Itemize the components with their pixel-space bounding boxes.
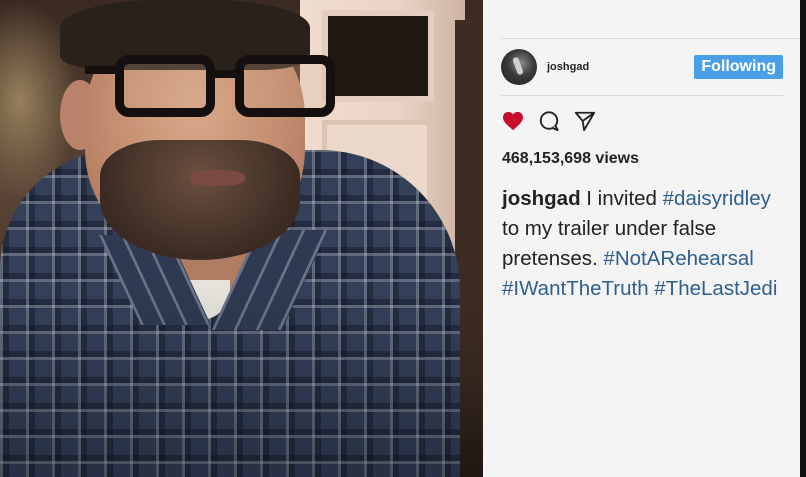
hashtag-link[interactable]: #TheLastJedi xyxy=(654,277,777,300)
video-shade xyxy=(0,0,483,477)
frame-edge xyxy=(800,0,806,477)
action-bar xyxy=(502,110,596,132)
post-header: joshgad Following xyxy=(501,46,783,88)
divider xyxy=(501,38,801,39)
caption: joshgad I invited #daisyridley to my tra… xyxy=(502,184,782,304)
comment-icon[interactable] xyxy=(538,110,560,132)
caption-author[interactable]: joshgad xyxy=(502,187,581,210)
post-panel: joshgad Following 468,153,698 views josh… xyxy=(483,0,801,477)
avatar[interactable] xyxy=(501,49,537,85)
caption-text: I invited xyxy=(580,187,663,210)
view-count: 468,153,698 views xyxy=(502,150,640,167)
video-frame[interactable] xyxy=(0,0,483,477)
hashtag-link[interactable]: #daisyridley xyxy=(663,187,771,210)
username-link[interactable]: joshgad xyxy=(547,61,694,73)
screen: joshgad Following 468,153,698 views josh… xyxy=(0,0,806,477)
following-button[interactable]: Following xyxy=(694,55,783,79)
heart-icon[interactable] xyxy=(502,111,524,131)
send-icon[interactable] xyxy=(574,110,596,132)
divider xyxy=(501,95,783,96)
hashtag-link[interactable]: #IWantTheTruth xyxy=(502,277,649,300)
hashtag-link[interactable]: #NotARehearsal xyxy=(603,247,753,270)
